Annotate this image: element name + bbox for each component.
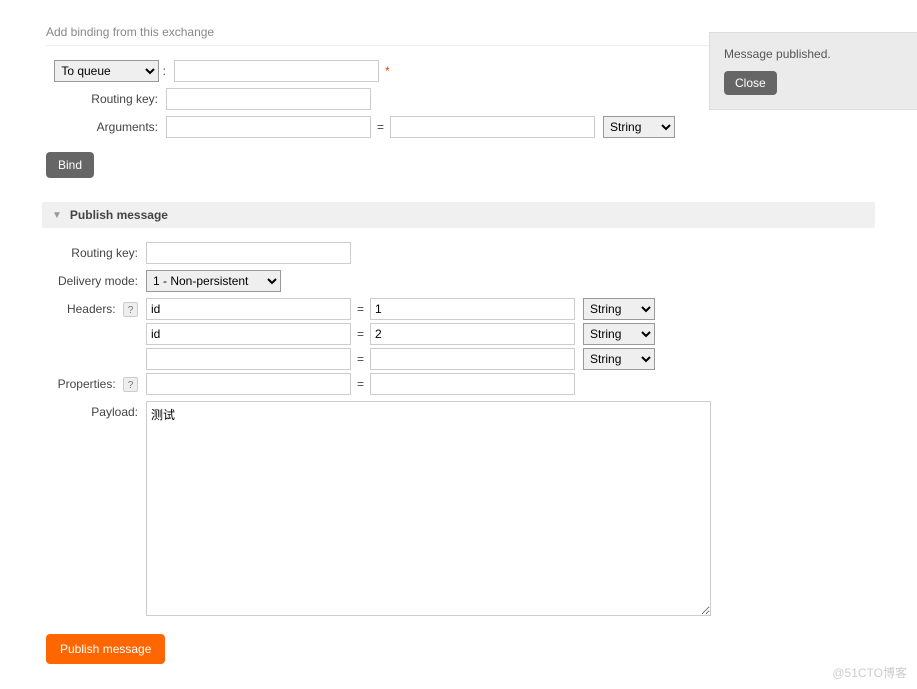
header-key-input[interactable] [146, 298, 351, 320]
notification-message: Message published. [724, 47, 903, 61]
required-marker: * [385, 64, 390, 78]
property-value-input[interactable] [370, 373, 575, 395]
header-value-input[interactable] [370, 323, 575, 345]
equals-sign: = [351, 352, 370, 366]
publish-routing-input[interactable] [146, 242, 351, 264]
payload-label: Payload: [46, 401, 146, 419]
delivery-mode-label: Delivery mode: [46, 274, 146, 288]
property-key-input[interactable] [146, 373, 351, 395]
binding-routing-label: Routing key: [46, 92, 166, 106]
header-type-select[interactable]: String [583, 348, 655, 370]
binding-destination-select[interactable]: To queue [54, 60, 159, 82]
header-value-input[interactable] [370, 298, 575, 320]
publish-routing-label: Routing key: [46, 246, 146, 260]
header-type-select[interactable]: String [583, 323, 655, 345]
binding-arg-value-input[interactable] [390, 116, 595, 138]
equals-sign: = [351, 327, 370, 341]
properties-label: Properties: [58, 377, 116, 391]
binding-destination-input[interactable] [174, 60, 379, 82]
binding-arg-key-input[interactable] [166, 116, 371, 138]
binding-arg-type-select[interactable]: String [603, 116, 675, 138]
header-key-input[interactable] [146, 323, 351, 345]
equals-sign: = [351, 302, 370, 316]
publish-button[interactable]: Publish message [46, 634, 165, 664]
binding-arguments-label: Arguments: [46, 120, 166, 134]
equals-sign: = [371, 120, 390, 134]
bind-button[interactable]: Bind [46, 152, 94, 178]
publish-section-title: Publish message [70, 208, 168, 222]
help-icon[interactable]: ? [123, 302, 138, 317]
notification-panel: Message published. Close [709, 32, 917, 110]
header-value-input[interactable] [370, 348, 575, 370]
equals-sign: = [351, 377, 370, 391]
header-type-select[interactable]: String [583, 298, 655, 320]
header-key-input[interactable] [146, 348, 351, 370]
colon-label: : [163, 64, 166, 78]
close-button[interactable]: Close [724, 71, 777, 95]
delivery-mode-select[interactable]: 1 - Non-persistent [146, 270, 281, 292]
binding-routing-input[interactable] [166, 88, 371, 110]
headers-label: Headers: [67, 302, 116, 316]
help-icon[interactable]: ? [123, 377, 138, 392]
collapse-arrow-icon: ▼ [52, 210, 62, 221]
publish-section-header[interactable]: ▼ Publish message [42, 202, 875, 228]
payload-textarea[interactable] [146, 401, 711, 616]
